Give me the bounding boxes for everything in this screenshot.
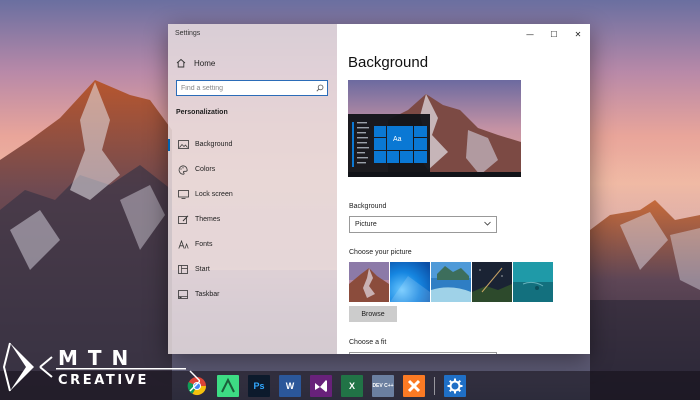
- brush-icon: [177, 214, 189, 225]
- excel-icon[interactable]: X: [341, 375, 363, 397]
- xampp-icon[interactable]: [403, 375, 425, 397]
- sidebar-nav: Background Colors Lock screen Themes Fon…: [168, 132, 337, 307]
- home-label: Home: [194, 58, 216, 68]
- sidebar-item-label: Background: [195, 141, 233, 148]
- taskbar-separator: [434, 377, 435, 395]
- excel-text: X: [348, 381, 355, 391]
- dev-c-text: DEV C++: [372, 383, 394, 389]
- word-icon[interactable]: W: [279, 375, 301, 397]
- sidebar-item-colors[interactable]: Colors: [168, 157, 337, 182]
- sidebar-item-label: Themes: [195, 216, 221, 223]
- close-button[interactable]: ✕: [566, 24, 590, 44]
- search-box[interactable]: [176, 80, 328, 96]
- preview-tile-label: Aa: [393, 136, 402, 143]
- background-label: Background: [349, 203, 387, 210]
- maximize-button[interactable]: ☐: [542, 24, 566, 44]
- logo-line1: MTN: [58, 346, 138, 370]
- minimize-button[interactable]: —: [518, 24, 542, 44]
- visual-studio-icon[interactable]: [310, 375, 332, 397]
- palette-icon: [177, 164, 189, 175]
- picture-thumbnail-beach[interactable]: [431, 262, 471, 302]
- sidebar-item-label: Fonts: [195, 241, 213, 248]
- fit-dropdown[interactable]: [349, 352, 497, 354]
- monitor-icon: [177, 190, 189, 200]
- choose-picture-label: Choose your picture: [349, 249, 412, 256]
- photoshop-text: Ps: [253, 381, 265, 391]
- photoshop-icon[interactable]: Ps: [248, 375, 270, 397]
- preview-image: Aa: [348, 80, 521, 177]
- page-title: Background: [348, 54, 429, 71]
- sidebar-item-label: Start: [195, 266, 210, 273]
- sidebar-item-start[interactable]: Start: [168, 257, 337, 282]
- taskbar-icon: [177, 290, 189, 300]
- choose-fit-label: Choose a fit: [349, 339, 387, 346]
- word-text: W: [285, 381, 295, 391]
- font-icon: [177, 240, 189, 250]
- sidebar-item-background[interactable]: Background: [168, 132, 337, 157]
- sidebar-item-taskbar[interactable]: Taskbar: [168, 282, 337, 307]
- window-title: Settings: [175, 30, 201, 37]
- background-type-dropdown[interactable]: Picture: [349, 216, 497, 233]
- section-title-personalization: Personalization: [176, 109, 228, 116]
- chevron-down-icon: [484, 221, 491, 228]
- sidebar-item-label: Lock screen: [195, 191, 233, 198]
- background-type-value: Picture: [355, 221, 377, 228]
- picture-thumbnail-underwater[interactable]: [513, 262, 553, 302]
- image-icon: [177, 140, 189, 150]
- dev-c-icon[interactable]: DEV C++: [372, 375, 394, 397]
- sidebar-item-label: Taskbar: [195, 291, 220, 298]
- picture-thumbnail-mountain[interactable]: [349, 262, 389, 302]
- android-studio-icon[interactable]: [217, 375, 239, 397]
- search-icon[interactable]: [313, 84, 327, 92]
- sidebar-item-lock-screen[interactable]: Lock screen: [168, 182, 337, 207]
- settings-sidebar: Settings Home Personalization Background: [168, 24, 337, 354]
- search-input[interactable]: [177, 81, 313, 95]
- home-icon: [176, 58, 188, 68]
- sidebar-item-themes[interactable]: Themes: [168, 207, 337, 232]
- taskbar-icons: Ps W X DEV C++: [186, 374, 475, 398]
- browse-button[interactable]: Browse: [349, 306, 397, 322]
- background-preview: Aa: [348, 80, 521, 177]
- sidebar-item-label: Colors: [195, 166, 216, 173]
- picture-thumbnail-windows-blue[interactable]: [390, 262, 430, 302]
- logo-line2: CREATIVE: [58, 373, 149, 388]
- window-controls: — ☐ ✕: [518, 24, 590, 44]
- picture-thumbnail-night-sky[interactable]: [472, 262, 512, 302]
- settings-gear-icon[interactable]: [444, 375, 466, 397]
- home-nav-item[interactable]: Home: [176, 58, 215, 68]
- sidebar-item-fonts[interactable]: Fonts: [168, 232, 337, 257]
- settings-window: Settings Home Personalization Background: [168, 24, 590, 354]
- settings-content: — ☐ ✕ Background Aa Background Picture C…: [337, 24, 590, 354]
- picture-thumbnails: [349, 262, 553, 302]
- start-grid-icon: [177, 265, 189, 275]
- mtn-creative-logo: MTN CREATIVE: [0, 337, 202, 399]
